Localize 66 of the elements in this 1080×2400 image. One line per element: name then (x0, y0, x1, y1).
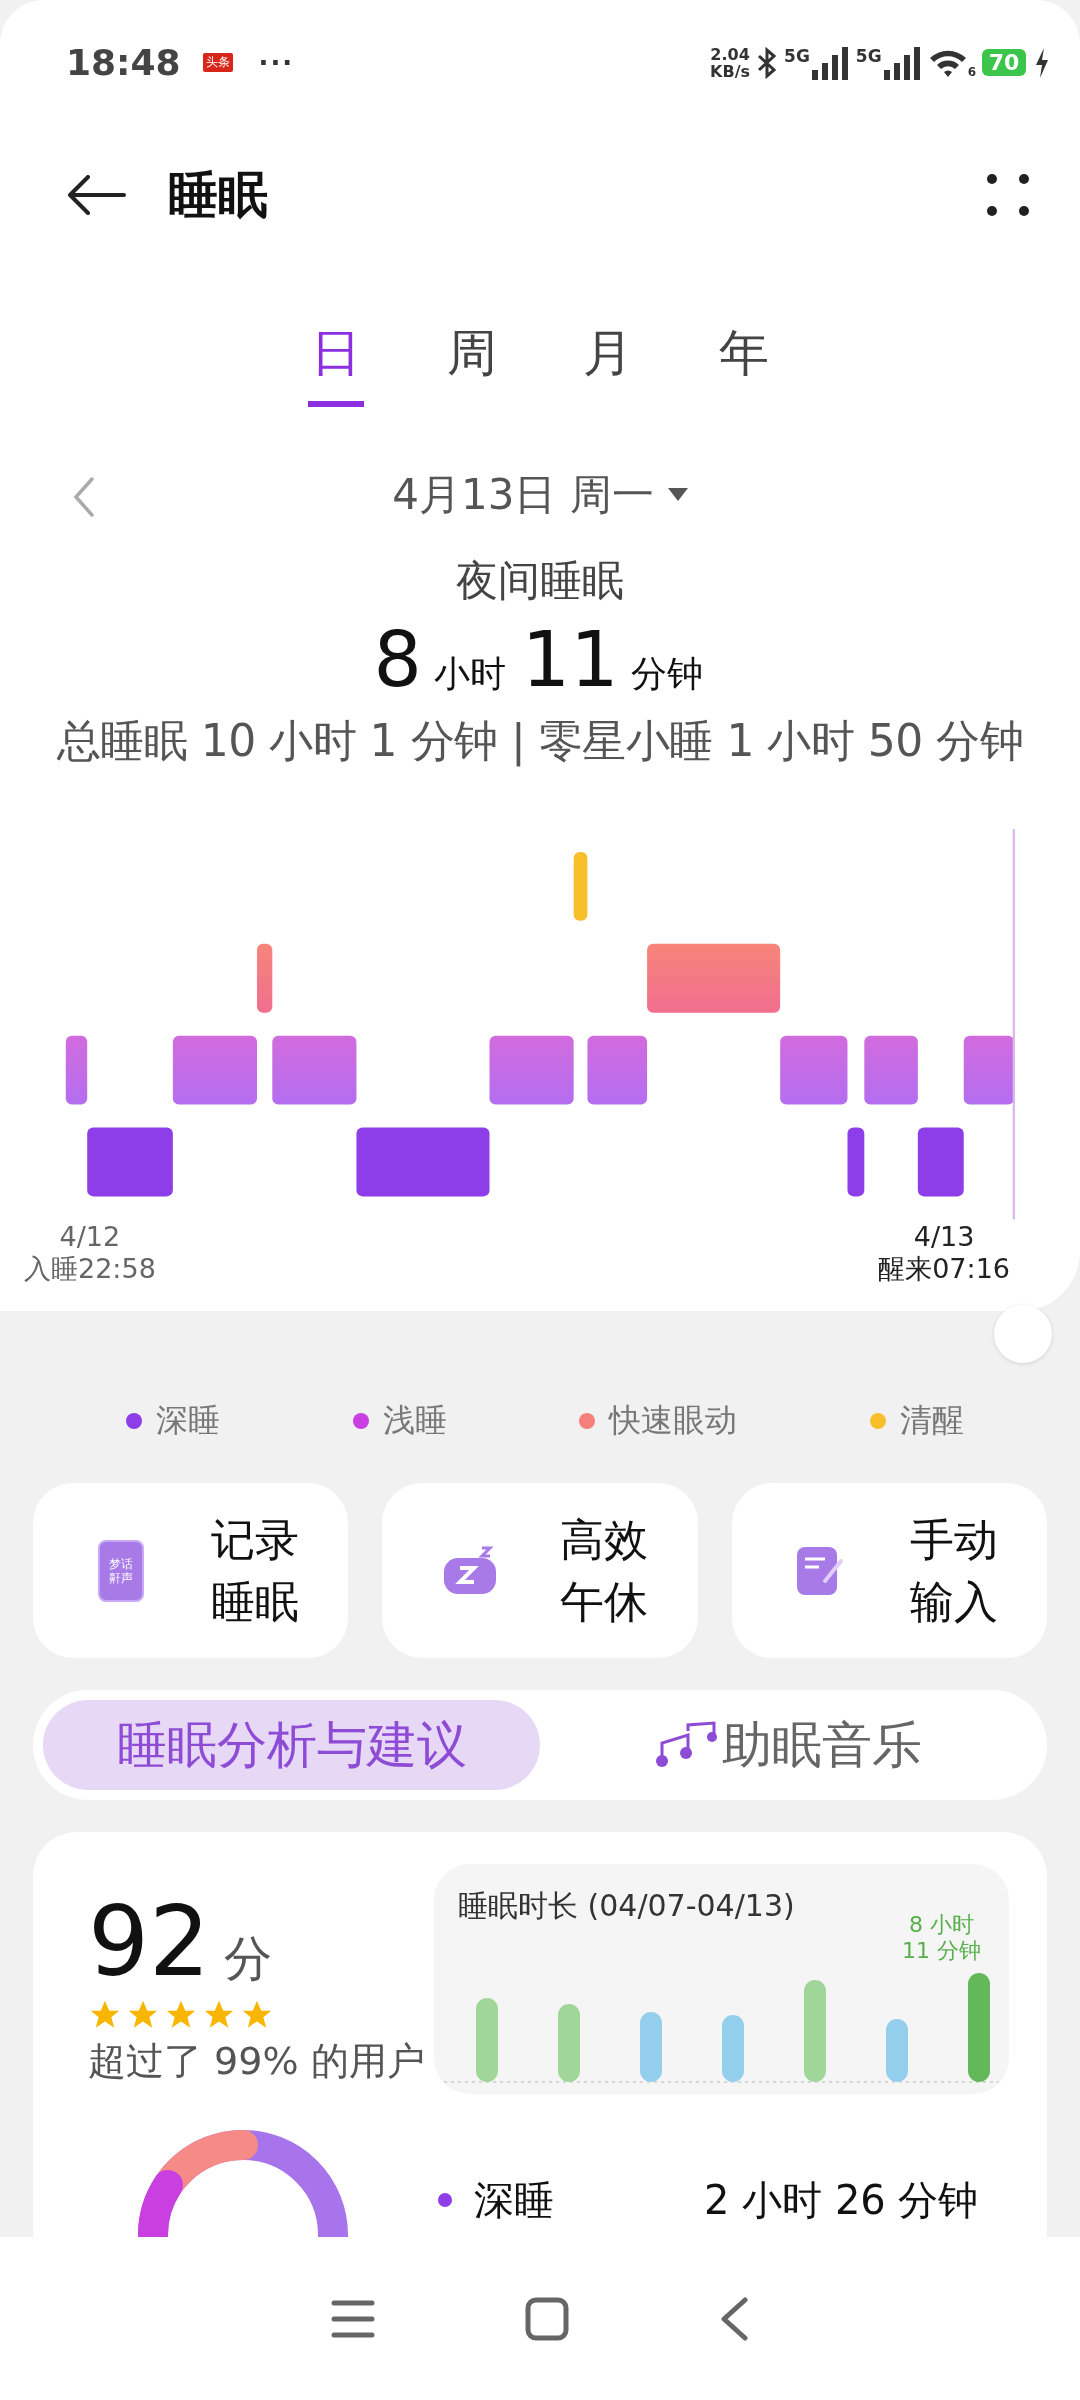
bar-value-label: 8 小时 (909, 1912, 974, 1938)
sleep-start-time: 入睡22:58 (24, 1253, 156, 1285)
round-handle[interactable] (994, 1305, 1052, 1363)
battery-level: 70 (982, 49, 1026, 76)
legend-label: 浅睡 (382, 1400, 447, 1441)
bluetooth-icon (756, 46, 779, 79)
score-unit: 分 (224, 1929, 273, 1988)
score-value: 92 (88, 1892, 211, 1992)
action-label: 记录 (211, 1512, 299, 1567)
network-type: 5G (855, 45, 882, 66)
signal-icon (881, 45, 922, 80)
icon-text: 鼾声 (109, 1570, 133, 1585)
period-tab[interactable]: 日 (308, 320, 364, 407)
stage-duration: 2 小时 26 分钟 (704, 2175, 979, 2225)
action-label: 高效 (560, 1512, 649, 1567)
page-title: 睡眠 (168, 164, 269, 226)
notification-badge: 头条 (202, 53, 233, 72)
action-label: 午休 (560, 1574, 649, 1629)
wifi-label: 6 (967, 64, 976, 79)
wake-date: 4/13 (913, 1221, 975, 1253)
section-title: 夜间睡眠 (455, 555, 625, 607)
home-icon[interactable] (525, 2296, 569, 2341)
period-tab[interactable]: 周 (444, 320, 500, 407)
hours-unit: 小时 (433, 652, 506, 696)
segment-tab[interactable]: 助眠音乐 (540, 1700, 1037, 1790)
more-icon[interactable] (986, 173, 1030, 217)
menu-icon[interactable] (331, 2298, 375, 2339)
action-card[interactable]: 手动 输入 (731, 1483, 1047, 1658)
network-speed: 2.04 KB/s (710, 45, 751, 80)
pillow-icon (442, 1545, 499, 1596)
sleep-totals: 总睡眠 10 小时 1 分钟 | 零星小睡 1 小时 50 分钟 (55, 714, 1025, 769)
bar (886, 2019, 908, 2082)
sleep-start-date: 4/12 (59, 1221, 121, 1253)
music-notes-icon (655, 1721, 718, 1769)
action-card[interactable]: 高效 午休 (382, 1483, 698, 1658)
action-label: 睡眠 (211, 1574, 299, 1629)
action-label: 手动 (909, 1512, 998, 1567)
period-tab[interactable]: 月 (580, 320, 636, 407)
segment-tab[interactable]: 睡眠分析与建议 (43, 1700, 540, 1790)
chart-title: 睡眠时长 (04/07-04/13) (458, 1887, 795, 1925)
minutes-unit: 分钟 (630, 652, 703, 696)
action-label: 输入 (909, 1574, 998, 1629)
wake-time: 醒来07:16 (878, 1253, 1010, 1285)
bar (640, 2012, 662, 2082)
action-card[interactable]: 梦话 鼾声 记录 睡眠 (33, 1483, 349, 1658)
stage-label: 深睡 (474, 2175, 555, 2225)
clock: 18:48 (66, 42, 181, 83)
legend-label: 快速眼动 (609, 1400, 738, 1441)
bar (722, 2015, 744, 2082)
back-arrow-icon[interactable] (66, 175, 126, 215)
network-type: 5G (784, 45, 810, 66)
chart-panel[interactable]: 睡眠时长 (04/07-04/13) 8 小时 11 分钟 (434, 1864, 1009, 2094)
signal-icon (809, 45, 850, 80)
bar-value-label: 11 分钟 (902, 1938, 981, 1964)
period-tab[interactable]: 年 (716, 320, 772, 407)
date-selector[interactable]: 4月13日 周一 (392, 467, 688, 523)
icon-text: 梦话 (109, 1556, 133, 1571)
back-icon[interactable] (719, 2296, 749, 2341)
minutes-value: 11 (521, 615, 619, 704)
dropdown-caret-icon (667, 488, 688, 502)
legend-label: 深睡 (156, 1400, 221, 1441)
legend-label: 清醒 (899, 1400, 964, 1441)
more-notifications: ··· (258, 47, 295, 78)
percentile-text: 超过了 99% 的用户 (88, 2038, 425, 2085)
hours-value: 8 (373, 615, 422, 704)
charging-icon (1034, 47, 1050, 78)
